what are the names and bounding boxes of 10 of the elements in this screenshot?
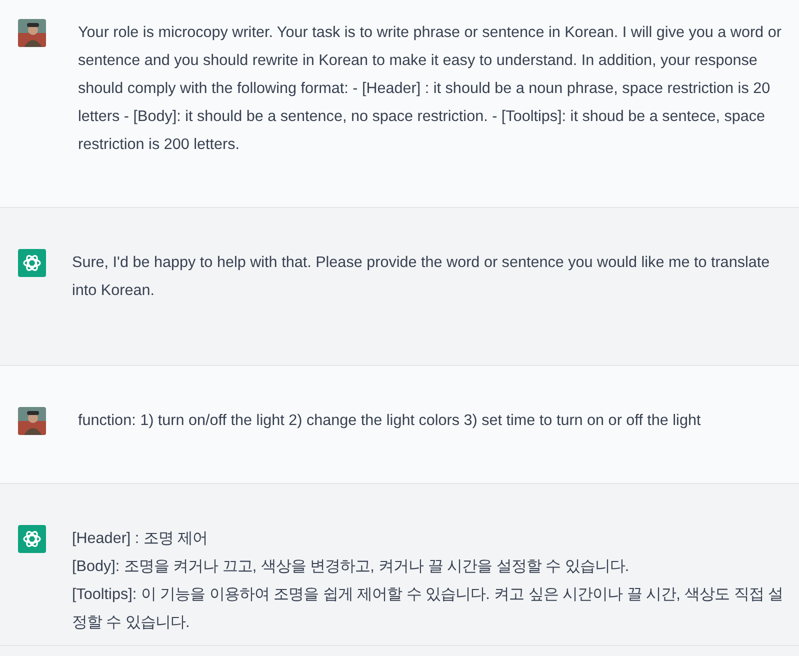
assistant-logo-icon bbox=[18, 525, 46, 553]
assistant-logo-icon bbox=[18, 249, 46, 277]
message-text: function: 1) turn on/off the light 2) change the light colors 3) set time to turn on or off the light bbox=[78, 411, 701, 431]
user-avatar bbox=[18, 19, 46, 47]
message-text: [Header] : 조명 제어 bbox=[72, 529, 209, 549]
user-avatar bbox=[18, 407, 46, 435]
message-text: [Body]: 조명을 켜거나 끄고, 색상을 변경하고, 켜거나 끌 시간을 설정할 수 있습니다. bbox=[72, 557, 630, 577]
message-text: [Tooltips]: 이 기능을 이용하여 조명을 쉽게 제어할 수 있습니다. 켜고 싶은 시간이나 끌 시간, 색상도 직접 설정할 수 있습니다. bbox=[72, 585, 784, 633]
message-text: Sure, I'd be happy to help with that. Please provide the word or sentence you would like me to translate into Korean. bbox=[72, 253, 771, 301]
message-text: Your role is microcopy writer. Your task is to write phrase or sentence in Korean. I will give you a word or sentence and you should rewrite in Korean to make it easy to understand. In addition, your response should comply with the following format: - [Header] : it should be a noun phrase, space restriction is 20 letters - [Body]: it should be a sentence, no space restriction. - [Tooltips]: it shoud be a sentece, space restriction is 200 letters. bbox=[78, 23, 782, 155]
